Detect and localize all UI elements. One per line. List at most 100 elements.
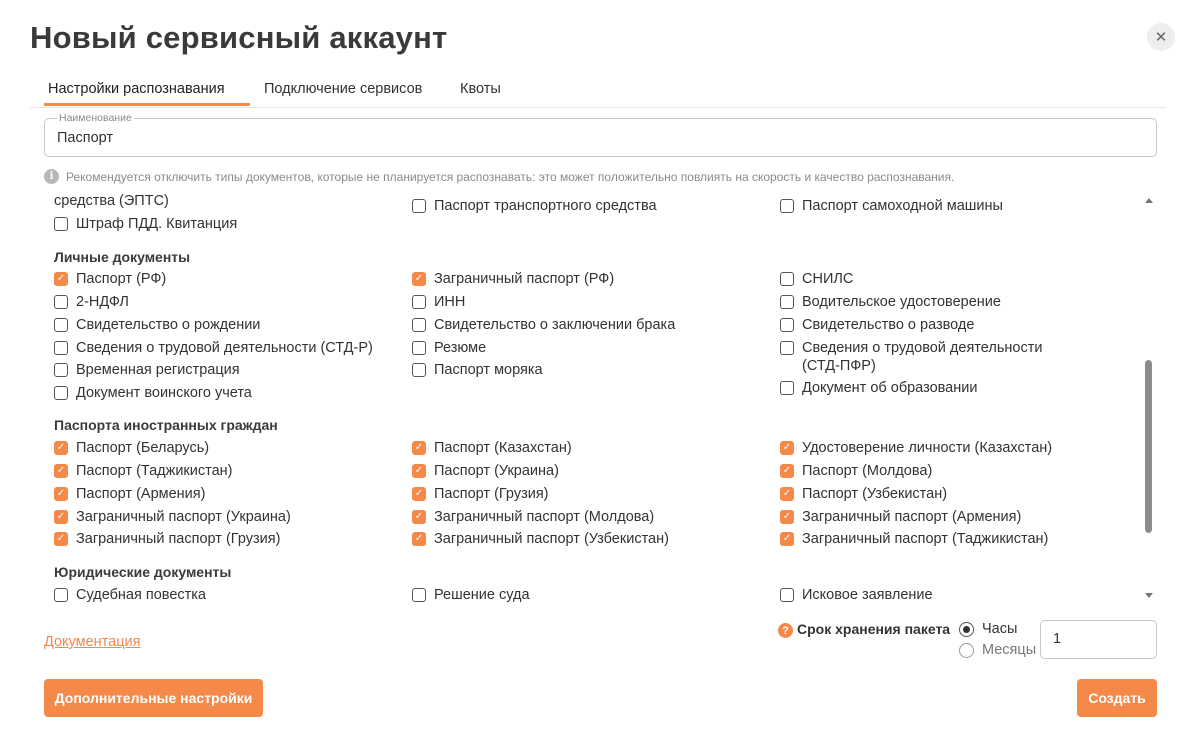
checkbox-item[interactable]: ✓ Заграничный паспорт (Узбекистан) (412, 530, 669, 548)
checkbox-item[interactable]: Исковое заявление (780, 586, 933, 604)
checkbox-box[interactable] (54, 217, 68, 231)
checkbox-item[interactable]: ✓ Паспорт (Молдова) (780, 462, 932, 480)
checkbox-box[interactable] (780, 199, 794, 213)
tab-service-connection[interactable]: Подключение сервисов (264, 81, 422, 105)
checkbox-item[interactable]: Документ воинского учета (54, 384, 252, 402)
checkbox-item[interactable]: ✓ Заграничный паспорт (Молдова) (412, 508, 654, 526)
checkbox-item[interactable]: Свидетельство о рождении (54, 316, 260, 334)
checkbox-box[interactable] (54, 295, 68, 309)
checkbox-box[interactable]: ✓ (780, 487, 794, 501)
checkbox-item[interactable]: ✓ Паспорт (Украина) (412, 462, 559, 480)
tab-recognition-settings[interactable]: Настройки распознавания (48, 81, 225, 105)
checkbox-item[interactable]: ✓ Паспорт (Таджикистан) (54, 462, 233, 480)
checkbox-item[interactable]: СНИЛС (780, 270, 853, 288)
name-field[interactable]: Наименование Паспорт (44, 112, 1157, 157)
scroll-down-icon[interactable] (1145, 593, 1153, 598)
checkbox-box[interactable] (54, 386, 68, 400)
checkbox-box[interactable] (412, 363, 426, 377)
checkbox-box[interactable] (412, 199, 426, 213)
checkbox-box[interactable]: ✓ (780, 464, 794, 478)
radio-months[interactable]: Месяцы (959, 642, 1036, 658)
checkbox-item[interactable]: Свидетельство о заключении брака (412, 316, 675, 334)
checkbox-box[interactable] (412, 341, 426, 355)
documentation-link[interactable]: Документация (44, 634, 140, 650)
cut-off-label: средства (ЭПТС) (54, 193, 169, 209)
checkbox-item[interactable]: Временная регистрация (54, 361, 240, 379)
scrollbar-thumb[interactable] (1145, 360, 1152, 533)
checkbox-item[interactable]: ✓ Заграничный паспорт (Армения) (780, 508, 1021, 526)
checkbox-label: Паспорт моряка (434, 362, 543, 378)
create-button[interactable]: Создать (1077, 679, 1157, 717)
checkbox-box[interactable]: ✓ (54, 510, 68, 524)
checkbox-label: Паспорт (Молдова) (802, 463, 933, 479)
checkbox-item[interactable]: Судебная повестка (54, 586, 206, 604)
checkbox-box[interactable] (780, 318, 794, 332)
radio-circle[interactable] (959, 642, 974, 658)
checkbox-item[interactable]: ✓ Заграничный паспорт (Украина) (54, 508, 291, 526)
checkbox-item[interactable]: ИНН (412, 293, 465, 311)
checkbox-item[interactable]: ✓ Заграничный паспорт (Грузия) (54, 530, 280, 548)
checkbox-item[interactable]: ✓ Паспорт (РФ) (54, 270, 166, 288)
checkbox-item[interactable]: Сведения о трудовой деятельности (СТД-ПФ… (780, 339, 1072, 375)
checkbox-box[interactable]: ✓ (54, 487, 68, 501)
advanced-settings-button[interactable]: Дополнительные настройки (44, 679, 263, 717)
checkbox-box[interactable]: ✓ (412, 464, 426, 478)
checkbox-box[interactable] (412, 318, 426, 332)
checkbox-item[interactable]: Резюме (412, 339, 486, 357)
checkbox-box[interactable]: ✓ (780, 441, 794, 455)
checkbox-box[interactable]: ✓ (780, 510, 794, 524)
checkbox-item[interactable]: ✓ Паспорт (Армения) (54, 485, 205, 503)
checkbox-item[interactable]: ✓ Паспорт (Грузия) (412, 485, 549, 503)
checkbox-item[interactable]: Документ об образовании (780, 379, 977, 397)
close-icon[interactable]: ✕ (1147, 23, 1175, 51)
radio-circle[interactable] (959, 621, 974, 637)
checkbox-item[interactable]: Сведения о трудовой деятельности (СТД-Р) (54, 339, 373, 357)
checkbox-box[interactable] (54, 341, 68, 355)
checkbox-box[interactable] (412, 295, 426, 309)
checkbox-box[interactable]: ✓ (54, 464, 68, 478)
checkbox-box[interactable] (780, 341, 794, 355)
checkbox-item[interactable]: ✓ Паспорт (Узбекистан) (780, 485, 947, 503)
checkbox-label: Документ об образовании (802, 380, 978, 396)
checkbox-item[interactable]: Решение суда (412, 586, 530, 604)
checkbox-box[interactable]: ✓ (54, 532, 68, 546)
name-field-value[interactable]: Паспорт (57, 130, 113, 146)
checkbox-box[interactable] (54, 363, 68, 377)
storage-period-label: Срок хранения пакета (797, 621, 951, 637)
tab-quotas[interactable]: Квоты (460, 81, 501, 105)
checkbox-box[interactable]: ✓ (412, 272, 426, 286)
checkbox-item[interactable]: Паспорт моряка (412, 361, 543, 379)
checkbox-box[interactable] (412, 588, 426, 602)
checkbox-box[interactable]: ✓ (412, 441, 426, 455)
checkbox-box[interactable]: ✓ (54, 272, 68, 286)
checkbox-box[interactable]: ✓ (412, 510, 426, 524)
checkbox-vehicle-passport[interactable]: Паспорт транспортного средства (412, 197, 657, 215)
checkbox-box[interactable]: ✓ (412, 532, 426, 546)
checkbox-fine-receipt[interactable]: Штраф ПДД. Квитанция (54, 215, 237, 233)
checkbox-item[interactable]: 2-НДФЛ (54, 293, 129, 311)
checkbox-item[interactable]: Водительское удостоверение (780, 293, 1001, 311)
radio-hours[interactable]: Часы (959, 621, 1017, 637)
document-types-list[interactable]: средства (ЭПТС) Штраф ПДД. Квитанция Пас… (44, 190, 1160, 608)
question-icon[interactable]: ? (778, 623, 793, 638)
checkbox-item[interactable]: ✓ Паспорт (Беларусь) (54, 439, 209, 457)
checkbox-item[interactable]: ✓ Удостоверение личности (Казахстан) (780, 439, 1052, 457)
storage-period-input[interactable]: 1 (1040, 620, 1157, 659)
checkbox-box[interactable] (780, 588, 794, 602)
checkbox-item[interactable]: ✓ Заграничный паспорт (Таджикистан) (780, 530, 1048, 548)
checkbox-box[interactable] (780, 381, 794, 395)
checkbox-item[interactable]: ✓ Заграничный паспорт (РФ) (412, 270, 614, 288)
checkbox-box[interactable] (780, 272, 794, 286)
checkbox-box[interactable] (54, 318, 68, 332)
checkbox-box[interactable]: ✓ (780, 532, 794, 546)
checkbox-item[interactable]: Свидетельство о разводе (780, 316, 974, 334)
scroll-up-icon[interactable] (1145, 198, 1153, 203)
checkbox-self-propelled-passport[interactable]: Паспорт самоходной машины (780, 197, 1003, 215)
checkbox-box[interactable] (780, 295, 794, 309)
list-scrollbar[interactable] (1142, 192, 1156, 604)
checkbox-label: Паспорт (Таджикистан) (76, 463, 233, 479)
checkbox-box[interactable]: ✓ (54, 441, 68, 455)
checkbox-item[interactable]: ✓ Паспорт (Казахстан) (412, 439, 572, 457)
checkbox-box[interactable]: ✓ (412, 487, 426, 501)
checkbox-box[interactable] (54, 588, 68, 602)
